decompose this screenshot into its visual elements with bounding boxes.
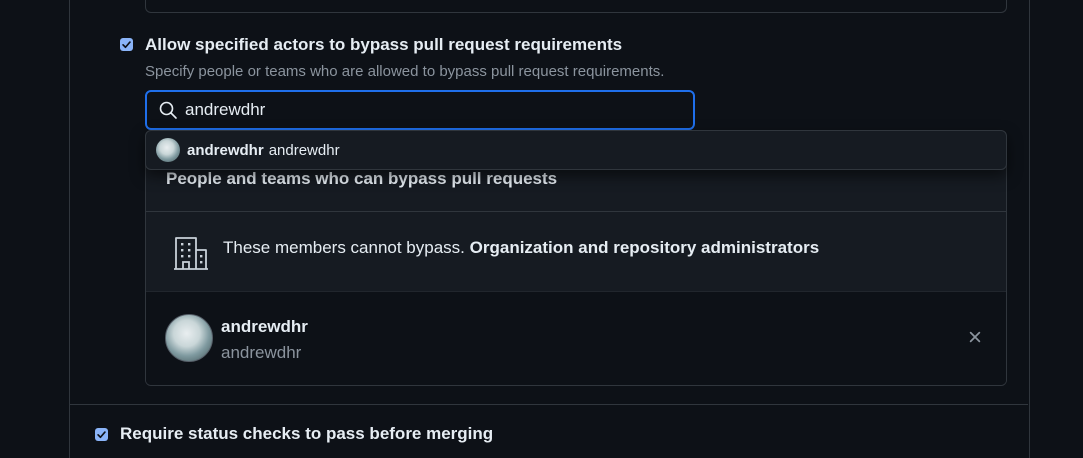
bypass-user-row: andrewdhr andrewdhr [146, 292, 1006, 385]
user-avatar [165, 314, 213, 362]
admin-note-text: These members cannot bypass. [223, 238, 465, 257]
bypass-actors-list: People and teams who can bypass pull req… [145, 150, 1007, 386]
actor-search-field[interactable] [145, 90, 695, 130]
admin-group-label: Organization and repository administrato… [469, 238, 820, 257]
suggestion-name: andrewdhr [187, 141, 264, 159]
checkmark-icon [122, 41, 131, 49]
organization-icon [174, 237, 208, 270]
bypass-option-description: Specify people or teams who are allowed … [145, 63, 665, 80]
admin-row: These members cannot bypass. Organizatio… [146, 212, 1006, 292]
previous-section-box [145, 0, 1007, 13]
status-checks-label: Require status checks to pass before mer… [120, 424, 494, 443]
bypass-checkbox[interactable] [120, 38, 133, 51]
bypass-list-title: People and teams who can bypass pull req… [166, 169, 558, 188]
user-name: andrewdhr [221, 317, 308, 336]
section-divider [69, 404, 1028, 405]
admin-note: These members cannot bypass. Organizatio… [223, 238, 819, 258]
autocomplete-suggestion[interactable]: andrewdhr andrewdhr [145, 130, 1007, 170]
suggestion-login: andrewdhr [268, 141, 340, 159]
suggestion-avatar [156, 138, 180, 162]
bypass-option-label: Allow specified actors to bypass pull re… [145, 35, 623, 54]
search-icon [158, 100, 178, 120]
user-login: andrewdhr [221, 343, 302, 362]
close-icon [969, 331, 981, 343]
remove-user-button[interactable] [964, 326, 986, 348]
actor-search-input[interactable] [185, 100, 665, 120]
